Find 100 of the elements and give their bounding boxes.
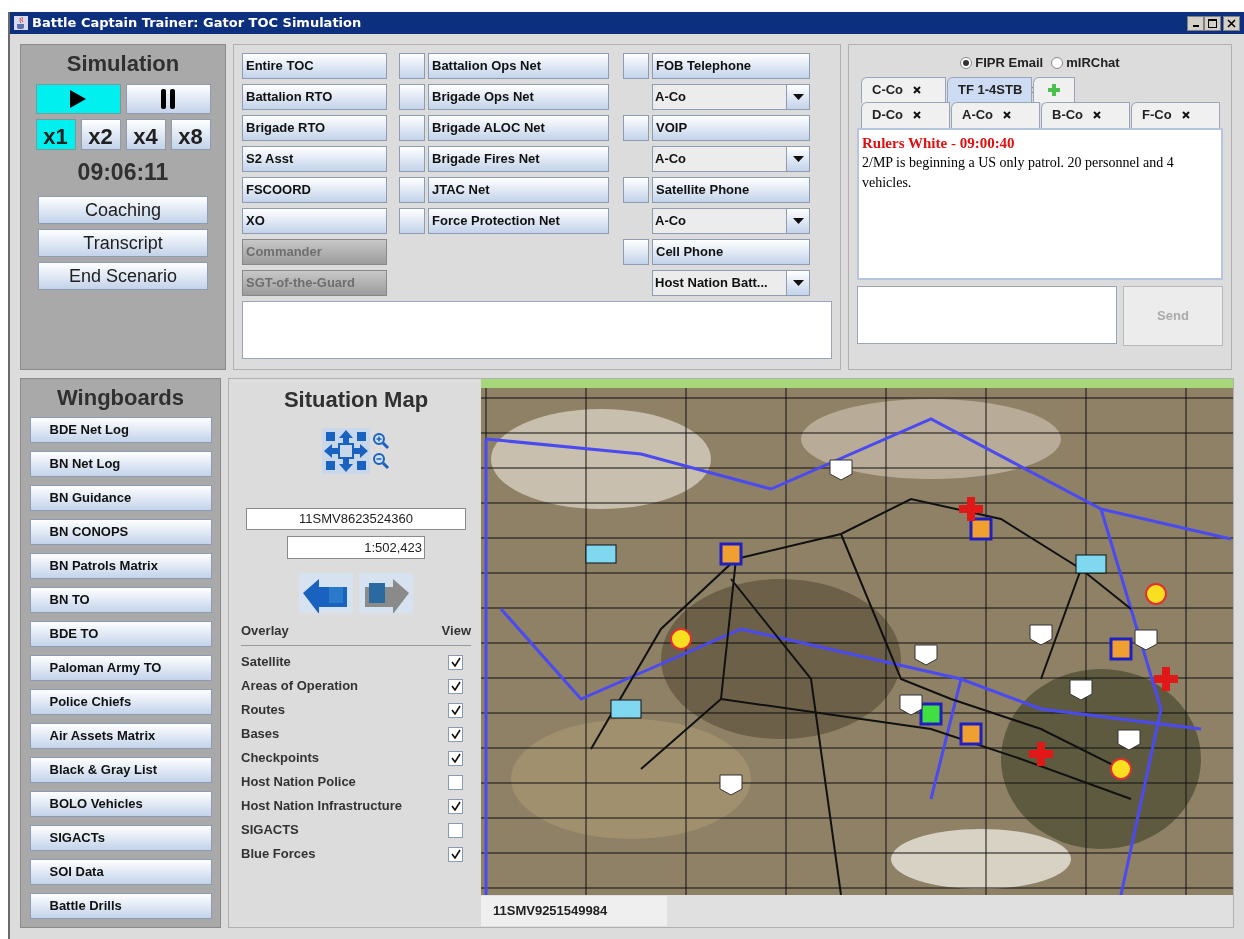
minimize-icon (1192, 25, 1199, 27)
maximize-button[interactable] (1204, 15, 1221, 31)
close-icon[interactable] (913, 86, 922, 94)
device-toggle[interactable] (623, 239, 649, 265)
speed-button[interactable]: x2 (80, 119, 121, 150)
panel-title: Simulation (66, 50, 180, 78)
role-button[interactable]: XO (242, 208, 387, 234)
overlay-checkbox[interactable] (448, 750, 463, 766)
speed-button[interactable]: x4 (125, 119, 166, 150)
wingboard-button[interactable]: BOLO Vehicles (29, 791, 212, 817)
device-button[interactable]: VOIP (652, 115, 810, 141)
overlay-checkbox[interactable] (448, 702, 463, 718)
wingboard-button[interactable]: BDE Net Log (29, 417, 212, 443)
sim-button[interactable]: Coaching (38, 195, 208, 224)
wingboard-button[interactable]: SIGACTs (29, 825, 212, 851)
wingboard-button[interactable]: BN Net Log (29, 451, 212, 477)
net-toggle[interactable] (399, 115, 425, 141)
net-toggle[interactable] (399, 208, 425, 234)
device-toggle[interactable] (623, 53, 649, 79)
chat-tab[interactable]: D-Co (861, 101, 950, 128)
device-dropdown[interactable]: A-Co (652, 84, 810, 110)
wingboard-button[interactable]: SOI Data (29, 859, 212, 885)
role-button[interactable]: FSCOORD (242, 177, 387, 203)
chat-tab[interactable]: TF 1-4STB (947, 76, 1032, 103)
overlay-checkbox[interactable] (448, 726, 463, 742)
wingboard-button[interactable]: BN Guidance (29, 485, 212, 511)
wingboard-button[interactable]: Air Assets Matrix (29, 723, 212, 749)
panel-title: Wingboards (57, 384, 184, 412)
message-field[interactable] (242, 301, 832, 359)
sim-button[interactable]: Transcript (38, 228, 208, 257)
overlay-label: Host Nation Police (241, 773, 356, 792)
chat-tab[interactable]: A-Co (951, 101, 1040, 128)
close-icon[interactable] (1093, 111, 1102, 119)
pause-button[interactable] (125, 84, 211, 114)
overlay-label: Host Nation Infrastructure (241, 797, 403, 816)
device-toggle[interactable] (623, 115, 649, 141)
java-cup-icon (14, 16, 28, 30)
play-button[interactable] (35, 84, 121, 114)
wingboard-button[interactable]: Battle Drills (29, 893, 212, 919)
map-scale-field[interactable]: 1:502,423 (287, 536, 425, 559)
net-button[interactable]: Force Protection Net (428, 208, 609, 234)
zoom-out-icon[interactable] (372, 452, 390, 470)
device-toggle[interactable] (623, 177, 649, 203)
message-text: 2/MP is beginning a US only patrol. 20 personnel and 4 vehicles. (862, 153, 1175, 192)
device-dropdown[interactable]: Host Nation Batt... (652, 270, 810, 296)
overlay-checkbox[interactable] (448, 774, 463, 790)
wingboard-button[interactable]: Paloman Army TO (29, 655, 212, 681)
minimize-button[interactable] (1187, 15, 1204, 31)
close-icon[interactable] (1003, 111, 1012, 119)
chat-tab[interactable]: C-Co (861, 76, 946, 103)
wingboard-button[interactable]: Police Chiefs (29, 689, 212, 715)
role-button[interactable]: Battalion RTO (242, 84, 387, 110)
role-button[interactable]: Entire TOC (242, 53, 387, 79)
overlay-checkbox[interactable] (448, 822, 463, 838)
device-dropdown[interactable]: A-Co (652, 146, 810, 172)
device-button[interactable]: Satellite Phone (652, 177, 810, 203)
device-button[interactable]: Cell Phone (652, 239, 810, 265)
wingboard-button[interactable]: Black & Gray List (29, 757, 212, 783)
overlay-checkbox[interactable] (448, 678, 463, 694)
overlay-label: Routes (241, 701, 286, 720)
net-toggle[interactable] (399, 53, 425, 79)
wingboard-button[interactable]: BDE TO (29, 621, 212, 647)
wingboard-button[interactable]: BN Patrols Matrix (29, 553, 212, 579)
speed-button[interactable]: x1 (35, 119, 76, 150)
overlay-checkbox[interactable] (448, 654, 463, 670)
overlay-checkbox[interactable] (448, 846, 463, 862)
net-toggle[interactable] (399, 177, 425, 203)
net-toggle[interactable] (399, 146, 425, 172)
chat-input-field[interactable] (857, 285, 1117, 344)
chat-tab[interactable]: B-Co (1041, 101, 1130, 128)
plus-icon (1048, 84, 1060, 96)
net-button[interactable]: Battalion Ops Net (428, 53, 609, 79)
grid-reference-field[interactable]: 11SMV8623524360 (246, 508, 466, 530)
close-button[interactable] (1223, 15, 1240, 31)
net-button[interactable]: Brigade ALOC Net (428, 115, 609, 141)
close-icon (1227, 18, 1236, 28)
map-drawing[interactable] (481, 379, 1233, 895)
wingboard-button[interactable]: BN CONOPS (29, 519, 212, 545)
radio-option[interactable]: FIPR Email (960, 53, 1044, 73)
sim-button[interactable]: End Scenario (38, 261, 208, 290)
close-icon[interactable] (1181, 111, 1190, 119)
net-button[interactable]: Brigade Ops Net (428, 84, 609, 110)
net-button[interactable]: Brigade Fires Net (428, 146, 609, 172)
net-toggle[interactable] (399, 84, 425, 110)
chat-tab[interactable]: F-Co (1131, 101, 1220, 128)
pan-arrows-icon[interactable] (322, 428, 370, 474)
role-button[interactable]: Brigade RTO (242, 115, 387, 141)
dropdown-arrow-icon (792, 156, 804, 162)
device-button[interactable]: FOB Telephone (652, 53, 810, 79)
zoom-in-icon[interactable] (372, 432, 390, 450)
net-button[interactable]: JTAC Net (428, 177, 609, 203)
device-dropdown[interactable]: A-Co (652, 208, 810, 234)
wingboard-button[interactable]: BN TO (29, 587, 212, 613)
overlay-checkbox[interactable] (448, 798, 463, 814)
speed-button[interactable]: x8 (170, 119, 211, 150)
role-button[interactable]: S2 Asst (242, 146, 387, 172)
overlay-label: SIGACTS (241, 821, 299, 840)
close-icon[interactable] (913, 111, 922, 119)
radio-option[interactable]: mIRChat (1051, 53, 1120, 73)
window-title: Battle Captain Trainer: Gator TOC Simulation (32, 14, 362, 33)
